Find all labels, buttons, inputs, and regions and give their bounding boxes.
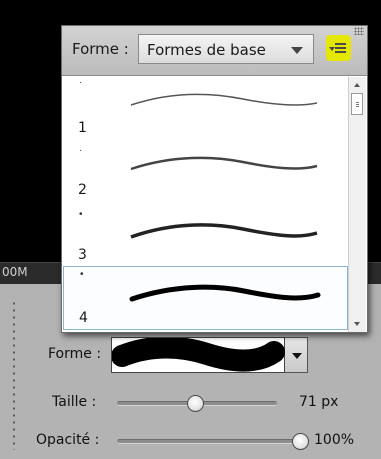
grip-line bbox=[356, 102, 359, 103]
opacity-label: Opacité : bbox=[36, 432, 100, 448]
brush-preview[interactable] bbox=[111, 337, 285, 373]
brush-stroke bbox=[129, 284, 321, 302]
ruler-strip-label: 00M bbox=[2, 265, 28, 279]
panel-grip-dots[interactable] bbox=[13, 300, 15, 450]
list-item[interactable]: • 3 bbox=[63, 205, 348, 269]
size-label: Taille : bbox=[52, 394, 97, 410]
shape-label: Forme : bbox=[48, 346, 102, 362]
brush-library-label: Forme : bbox=[72, 40, 129, 58]
brush-picker-header: Forme : Formes de base bbox=[62, 26, 367, 76]
grip-line bbox=[356, 106, 359, 107]
scroll-down-icon[interactable] bbox=[351, 318, 363, 330]
brush-dropdown-button[interactable] bbox=[285, 337, 308, 373]
list-item[interactable]: • 4 bbox=[63, 266, 348, 330]
brush-stroke bbox=[130, 156, 318, 171]
brush-stroke bbox=[130, 93, 318, 106]
resize-grip-icon[interactable] bbox=[354, 27, 364, 35]
brush-list: · 1 · 2 • 3 • 4 bbox=[63, 77, 348, 332]
panel-menu-button[interactable] bbox=[326, 35, 351, 61]
brush-library-select[interactable]: Formes de base bbox=[138, 34, 314, 64]
menu-line-icon bbox=[335, 47, 346, 49]
list-item[interactable]: · 1 bbox=[63, 77, 348, 141]
menu-line-icon bbox=[335, 51, 346, 53]
menu-line-icon bbox=[335, 43, 346, 45]
scrollbar-thumb[interactable] bbox=[351, 93, 363, 115]
brush-library-value: Formes de base bbox=[147, 41, 266, 59]
opacity-slider-track[interactable] bbox=[117, 439, 297, 444]
list-item[interactable]: · 2 bbox=[63, 141, 348, 205]
chevron-down-icon bbox=[292, 353, 302, 359]
scroll-up-icon[interactable] bbox=[351, 79, 363, 91]
grip-line bbox=[356, 104, 359, 105]
brush-list-scrollbar[interactable] bbox=[348, 77, 366, 332]
chevron-down-icon bbox=[291, 47, 303, 54]
brush-preview-stroke bbox=[112, 338, 285, 372]
size-slider-thumb[interactable] bbox=[187, 395, 204, 412]
opacity-value: 100% bbox=[314, 432, 355, 448]
brush-stroke bbox=[130, 223, 318, 239]
opacity-slider-thumb[interactable] bbox=[292, 433, 309, 450]
brush-picker-popup: Forme : Formes de base · 1 · 2 • 3 • 4 bbox=[61, 25, 368, 333]
size-value: 71 px bbox=[299, 394, 339, 410]
